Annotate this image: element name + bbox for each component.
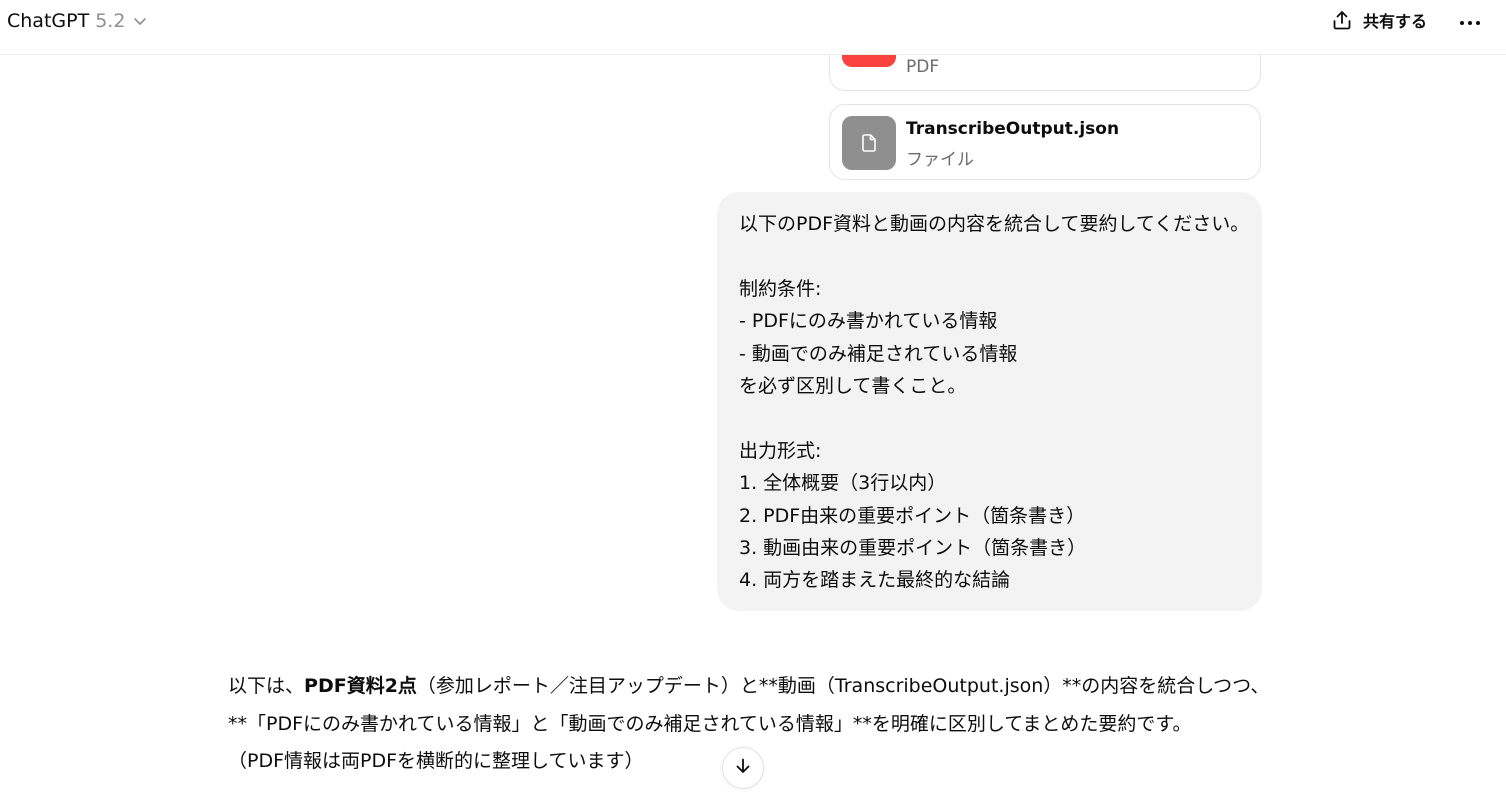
share-icon: [1330, 8, 1354, 32]
user-message-line: 1. 全体概要（3行以内）: [739, 472, 947, 495]
chat-app: ChatGPT 5.2 共有する PDF TranscribeOutput.js…: [0, 0, 1506, 803]
assistant-text: （参加レポート／注目アップデート）と**動画（TranscribeOutput.…: [416, 675, 1270, 697]
user-message-line: [739, 240, 1240, 272]
scroll-to-bottom-button[interactable]: [722, 747, 764, 789]
user-message-line: - 動画でのみ補足されている情報: [739, 342, 1018, 365]
user-message-line: 制約条件:: [739, 277, 822, 300]
attachment-card-json[interactable]: TranscribeOutput.json ファイル: [829, 104, 1261, 180]
file-icon: [842, 116, 896, 170]
user-message-line: 3. 動画由来の重要ポイント（箇条書き）: [739, 536, 1087, 559]
attachment-name: TranscribeOutput.json: [906, 119, 1120, 139]
app-name: ChatGPT: [7, 10, 90, 32]
user-message-line: [739, 402, 1240, 434]
arrow-down-icon: [733, 756, 753, 780]
user-message-line: 2. PDF由来の重要ポイント（箇条書き）: [739, 504, 1086, 527]
assistant-message-line: **「PDFにのみ書かれている情報」と「動画でのみ補足されている情報」**を明確…: [228, 712, 1192, 735]
user-message-line: 以下のPDF資料と動画の内容を統合して要約してください。: [739, 213, 1250, 235]
share-button[interactable]: 共有する: [1326, 4, 1431, 36]
user-message-line: 出力形式:: [739, 439, 822, 462]
assistant-text: 以下は、: [228, 675, 305, 697]
more-options-button[interactable]: [1455, 6, 1485, 34]
user-message-line: を必ず区別して書くこと。: [739, 374, 967, 397]
user-message-line: - PDFにのみ書かれている情報: [739, 310, 998, 333]
attachment-type: ファイル: [906, 150, 974, 170]
model-switcher[interactable]: ChatGPT 5.2: [7, 6, 148, 36]
chevron-down-icon: [132, 13, 148, 29]
top-bar: ChatGPT 5.2 共有する: [0, 0, 1506, 55]
user-message-line: 4. 両方を踏まえた最終的な結論: [739, 569, 1011, 592]
assistant-message-line: 以下は、PDF資料2点（参加レポート／注目アップデート）と**動画（Transc…: [228, 668, 1270, 706]
more-horizontal-icon: [1459, 11, 1481, 30]
assistant-bold-text: PDF資料2点: [304, 675, 417, 697]
user-message-bubble: 以下のPDF資料と動画の内容を統合して要約してください。 制約条件: - PDF…: [717, 192, 1262, 611]
attachment-type: PDF: [906, 57, 940, 77]
share-label: 共有する: [1363, 12, 1428, 31]
model-version: 5.2: [95, 10, 126, 32]
